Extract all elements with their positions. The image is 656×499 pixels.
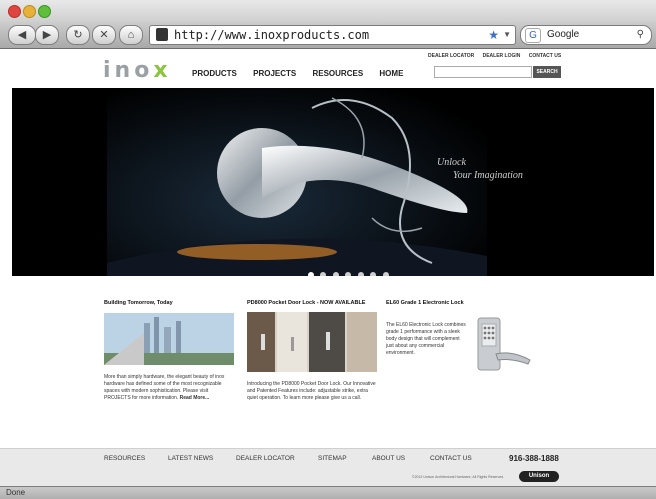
nav-projects[interactable]: PROJECTS xyxy=(253,69,296,78)
hero-tagline: Unlock Your Imagination xyxy=(437,156,523,182)
footer-contact-us[interactable]: CONTACT US xyxy=(430,455,472,462)
reload-icon: ↻ xyxy=(73,29,83,41)
back-button[interactable]: ◀ xyxy=(8,25,36,45)
unison-logo[interactable]: Unison xyxy=(519,471,559,482)
hero-image xyxy=(12,88,654,276)
feature-column: Building Tomorrow, Today More than simpl… xyxy=(104,300,234,402)
site-header: inox PRODUCTS PROJECTS RESOURCES HOME DE… xyxy=(0,49,656,87)
footer-latest-news[interactable]: LATEST NEWS xyxy=(168,455,213,462)
read-more-link[interactable]: Read More... xyxy=(180,395,210,401)
electronic-lock-image[interactable] xyxy=(472,314,532,384)
minimize-window-button[interactable] xyxy=(23,5,36,18)
tagline-line1: Unlock xyxy=(437,157,466,168)
phone-number: 916-388-1888 xyxy=(509,454,559,463)
hero-banner[interactable]: Unlock Your Imagination xyxy=(12,88,654,276)
utility-nav: DEALER LOCATOR DEALER LOGIN CONTACT US xyxy=(428,53,568,59)
reload-button[interactable]: ↻ xyxy=(66,25,90,45)
search-engine-label: Google xyxy=(547,29,580,40)
home-button[interactable]: ⌂ xyxy=(119,25,143,45)
footer-resources[interactable]: RESOURCES xyxy=(104,455,145,462)
cityscape-image[interactable] xyxy=(104,313,234,365)
stop-icon: ✕ xyxy=(99,29,109,41)
search-engine-box[interactable]: G Google ⚲ xyxy=(520,25,652,45)
forward-button[interactable]: ▶ xyxy=(35,25,59,45)
feature-title: EL60 Grade 1 Electronic Lock xyxy=(386,300,464,306)
home-icon: ⌂ xyxy=(127,29,135,41)
util-dealer-locator[interactable]: DEALER LOCATOR xyxy=(428,53,474,59)
pocket-door-lock-image[interactable] xyxy=(247,312,377,372)
address-bar[interactable]: http://www.inoxproducts.com ★ ▼ xyxy=(149,25,516,45)
close-window-button[interactable] xyxy=(8,5,21,18)
status-bar: Done xyxy=(0,486,656,499)
util-dealer-login[interactable]: DEALER LOGIN xyxy=(483,53,521,59)
feature-title: Building Tomorrow, Today xyxy=(104,300,173,306)
search-icon[interactable]: ⚲ xyxy=(637,26,644,44)
site-footer: RESOURCES LATEST NEWS DEALER LOCATOR SIT… xyxy=(0,448,656,487)
logo-text: inox xyxy=(103,58,172,83)
feature-body: The EL60 Electronic Lock combines grade … xyxy=(386,322,466,356)
zoom-window-button[interactable] xyxy=(38,5,51,18)
bookmark-star-icon[interactable]: ★ xyxy=(488,26,499,44)
nav-home[interactable]: HOME xyxy=(379,69,403,78)
feature-body: Introducing the PD8000 Pocket Door Lock.… xyxy=(247,381,376,401)
nav-resources[interactable]: RESOURCES xyxy=(312,69,363,78)
unison-logo-text: Unison xyxy=(528,473,550,479)
site-favicon-icon xyxy=(156,28,168,41)
chevron-down-icon[interactable]: ▼ xyxy=(503,26,511,44)
google-icon: G xyxy=(525,28,541,43)
nav-products[interactable]: PRODUCTS xyxy=(192,69,237,78)
feature-column: PD8000 Pocket Door Lock - NOW AVAILABLE … xyxy=(247,300,377,402)
stop-button[interactable]: ✕ xyxy=(92,25,116,45)
main-nav: PRODUCTS PROJECTS RESOURCES HOME xyxy=(192,69,417,78)
site-search-input[interactable] xyxy=(434,66,532,78)
copyright-text: ©2013 Unison Architectural Hardware, All… xyxy=(412,475,505,479)
footer-about-us[interactable]: ABOUT US xyxy=(372,455,405,462)
site-search-button[interactable]: SEARCH xyxy=(533,66,561,78)
content-section: Building Tomorrow, Today More than simpl… xyxy=(0,276,656,448)
tagline-line2: Your Imagination xyxy=(453,170,523,181)
browser-window: ◀ ▶ ↻ ✕ ⌂ http://www.inoxproducts.com ★ … xyxy=(0,0,656,499)
slide-indicator xyxy=(308,265,391,276)
status-text: Done xyxy=(6,488,26,497)
footer-dealer-locator[interactable]: DEALER LOCATOR xyxy=(236,455,295,462)
url-text: http://www.inoxproducts.com xyxy=(174,28,370,42)
browser-toolbar: ◀ ▶ ↻ ✕ ⌂ http://www.inoxproducts.com ★ … xyxy=(0,22,656,49)
title-bar xyxy=(0,0,656,22)
footer-sitemap[interactable]: SITEMAP xyxy=(318,455,347,462)
inox-logo[interactable]: inox xyxy=(103,58,172,83)
feature-title: PD8000 Pocket Door Lock - NOW AVAILABLE xyxy=(247,300,366,306)
feature-column: EL60 Grade 1 Electronic Lock The EL60 El… xyxy=(386,300,546,371)
util-contact-us[interactable]: CONTACT US xyxy=(529,53,561,59)
